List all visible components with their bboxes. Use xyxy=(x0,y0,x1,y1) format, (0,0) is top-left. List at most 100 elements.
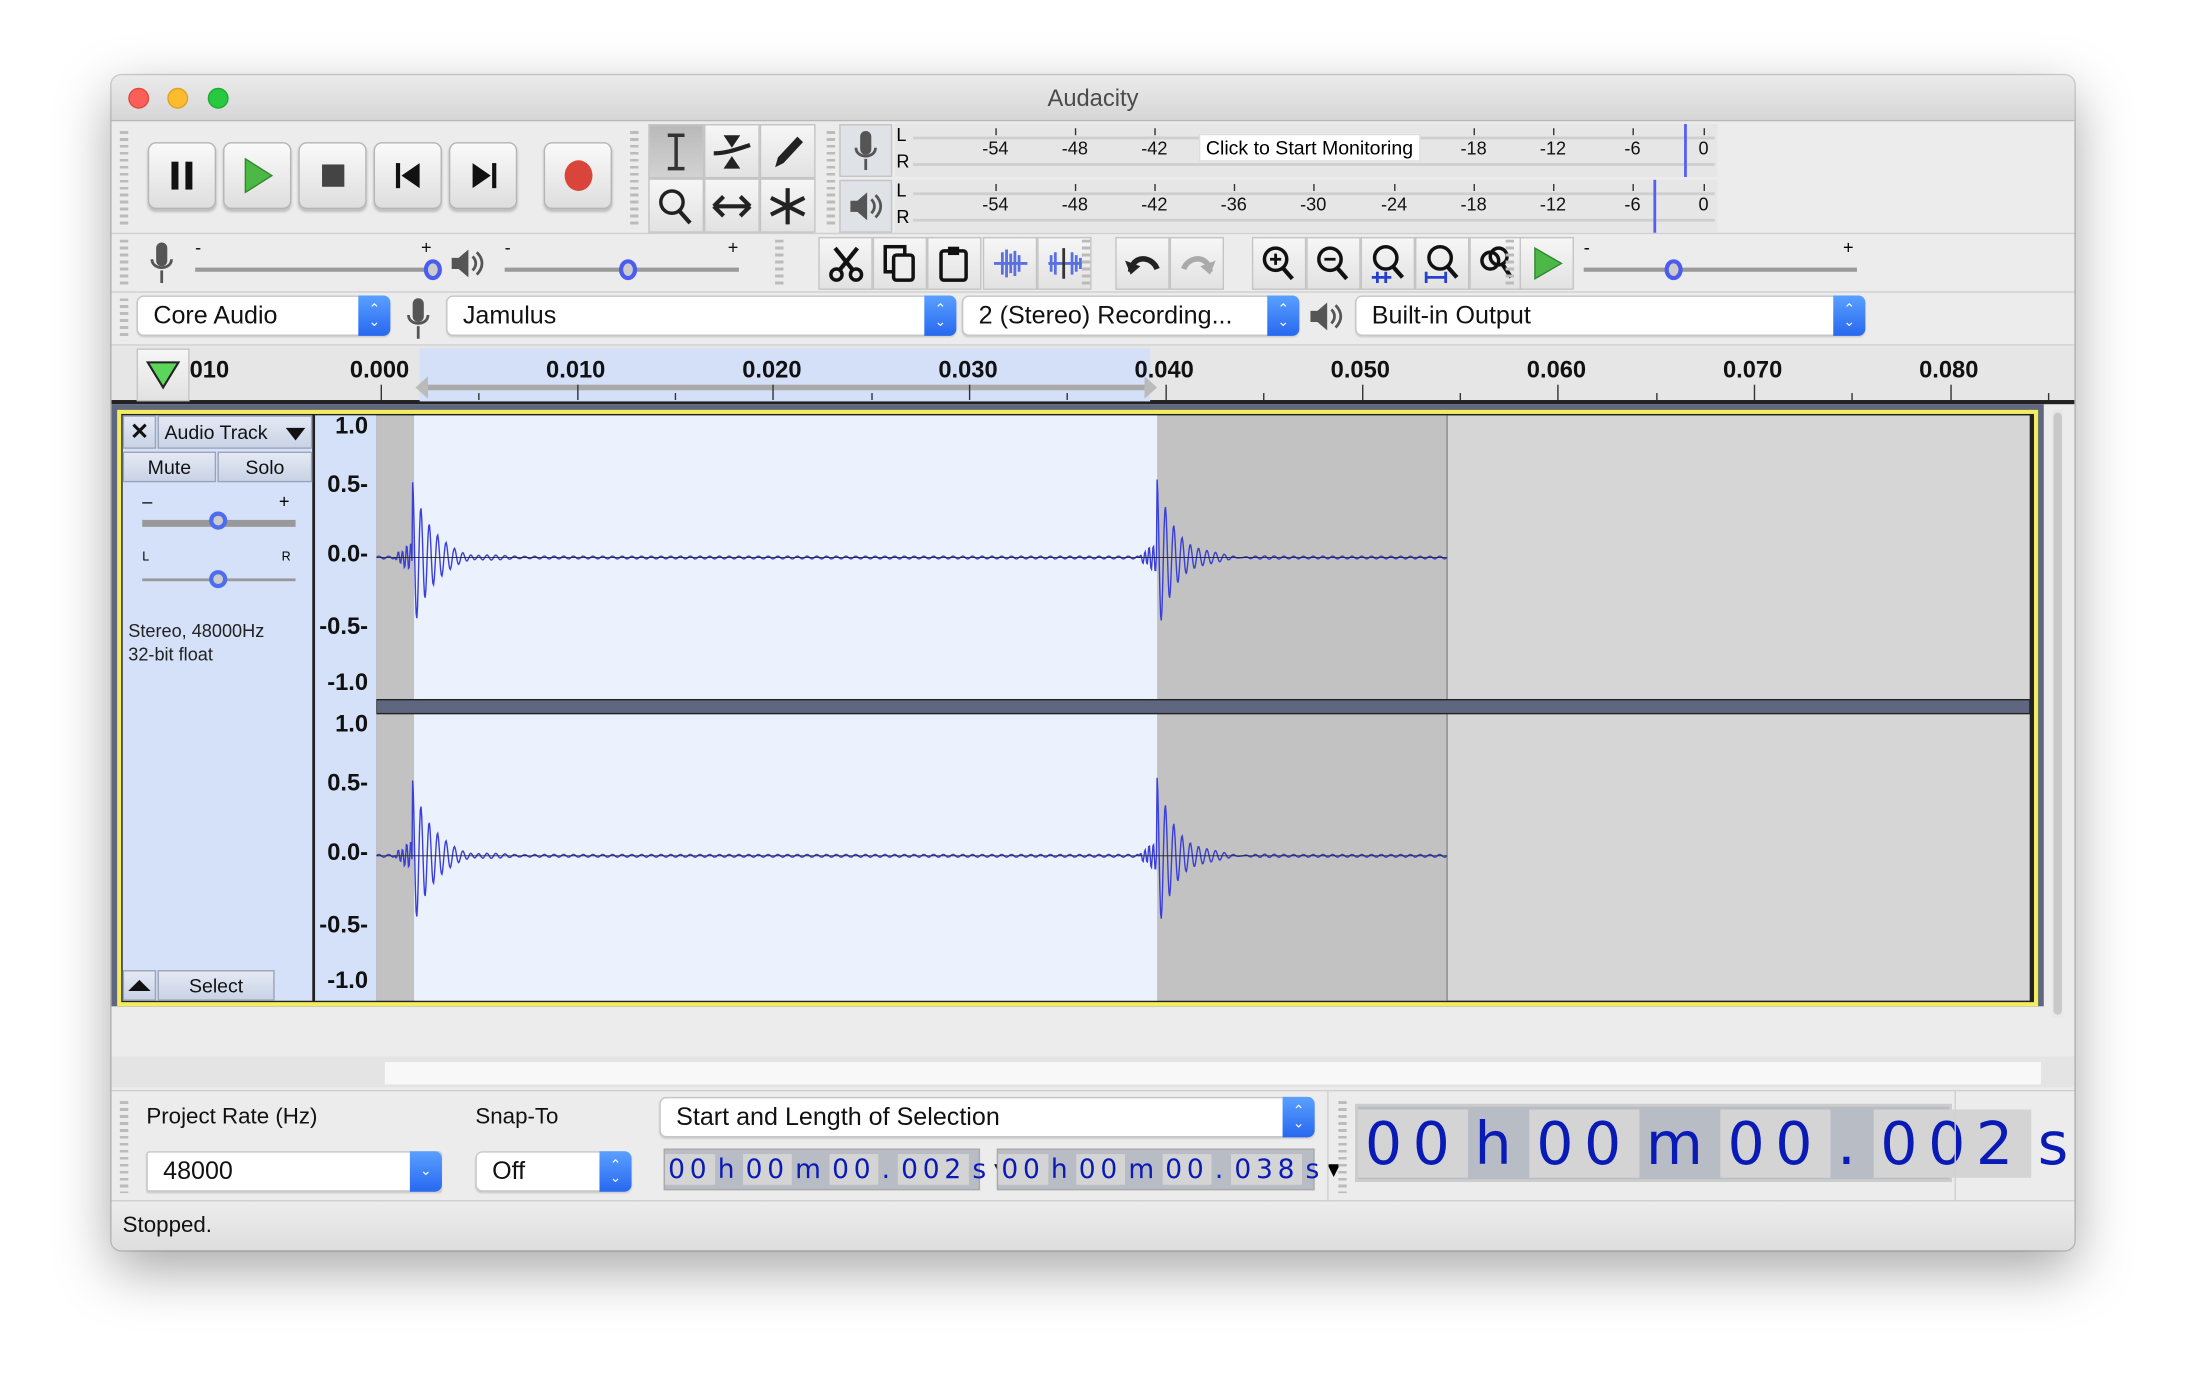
stop-button[interactable] xyxy=(298,142,367,210)
horizontal-scrollbar[interactable] xyxy=(111,1056,2075,1088)
meter-tick xyxy=(1313,183,1315,191)
toolbar-grip[interactable] xyxy=(119,239,129,288)
ruler-label: 0.070 xyxy=(1722,356,1783,384)
vertical-scrollbar[interactable] xyxy=(2052,409,2064,1018)
zoom-in-button[interactable] xyxy=(1251,236,1307,290)
time-hu: h xyxy=(1474,1108,1523,1178)
input-device-select[interactable]: Jamulus ⌃ ⌄ xyxy=(446,295,957,336)
meter-channel-label: R xyxy=(896,150,910,172)
meter-tick-label: -12 xyxy=(1539,193,1567,215)
time-h: 00 xyxy=(998,1154,1048,1185)
undo-button[interactable] xyxy=(1115,236,1170,290)
skip-to-start-button[interactable] xyxy=(373,142,442,210)
ruler-label: 0.060 xyxy=(1526,356,1587,384)
time-s: 00 xyxy=(1720,1108,1831,1178)
selection-tool-button[interactable] xyxy=(648,124,705,179)
timeline-options-button[interactable] xyxy=(136,348,190,402)
divider xyxy=(1954,1089,1956,1202)
output-device-select[interactable]: Built-in Output ⌃ ⌄ xyxy=(1355,295,1866,336)
slider-thumb[interactable] xyxy=(209,511,228,530)
ruler-major-tick xyxy=(969,384,971,401)
record-meter-button[interactable] xyxy=(839,124,893,178)
toolbar-grip[interactable] xyxy=(119,298,129,341)
zoom-window-button[interactable] xyxy=(207,87,229,109)
pause-button[interactable] xyxy=(147,142,217,210)
scissors-icon xyxy=(828,246,863,282)
double-arrow-icon xyxy=(712,194,752,217)
ruler-major-tick xyxy=(1557,384,1559,401)
magnifier-icon xyxy=(659,188,692,224)
track-menu-button[interactable]: Audio Track xyxy=(157,415,313,449)
slider-thumb[interactable] xyxy=(209,570,228,589)
close-window-button[interactable] xyxy=(128,87,150,109)
record-volume-slider[interactable]: - + xyxy=(195,237,446,287)
toolbar-grip[interactable] xyxy=(119,131,129,229)
redo-button[interactable] xyxy=(1169,236,1225,290)
skip-to-end-icon xyxy=(471,163,496,189)
gain-slider[interactable]: – + xyxy=(142,490,296,536)
toolbar-grip[interactable] xyxy=(775,239,784,288)
fit-project-button[interactable] xyxy=(1415,236,1470,290)
time-dot: . xyxy=(881,1154,895,1185)
solo-button[interactable]: Solo xyxy=(217,451,313,483)
selection-length-time[interactable]: 00 h 00 m 00. 038 s ▼ xyxy=(996,1148,1340,1191)
toolbar-grip[interactable] xyxy=(1338,1101,1347,1194)
meter-tick xyxy=(1074,128,1077,136)
skip-to-end-button[interactable] xyxy=(448,142,518,210)
zoom-tool-button[interactable] xyxy=(648,178,705,233)
slider-thumb[interactable] xyxy=(618,259,638,281)
audio-host-select[interactable]: Core Audio ⌃ ⌄ xyxy=(136,295,391,336)
track-sample-format: 32-bit float xyxy=(128,643,213,665)
horizontal-scrollbar-thumb[interactable] xyxy=(384,1062,2041,1085)
zoom-toggle-button[interactable] xyxy=(1469,236,1524,290)
input-channels-select[interactable]: 2 (Stereo) Recording... ⌃ ⌄ xyxy=(961,295,1300,336)
play-region-start-arrow-icon[interactable] xyxy=(415,376,428,399)
play-button[interactable] xyxy=(223,142,292,210)
time-shift-tool-button[interactable] xyxy=(704,178,760,233)
meter-tick xyxy=(995,128,997,136)
snap-to-select[interactable]: Off ⌃ ⌄ xyxy=(475,1151,632,1192)
minimize-window-button[interactable] xyxy=(167,87,189,109)
meter-tick-label: -54 xyxy=(982,193,1009,215)
track-name: Audio Track xyxy=(164,420,268,444)
play-at-speed-button[interactable] xyxy=(1519,236,1574,290)
paste-button[interactable] xyxy=(927,236,982,290)
fit-selection-button[interactable] xyxy=(1360,236,1416,290)
selection-start-time[interactable]: 00h00m00.002s▼ xyxy=(663,1148,1007,1191)
waveform-display[interactable] xyxy=(376,415,2030,1001)
trim-audio-button[interactable] xyxy=(982,236,1038,290)
cut-button[interactable] xyxy=(818,236,873,290)
toolbar-grip[interactable] xyxy=(826,131,836,229)
copy-button[interactable] xyxy=(872,236,928,290)
vertical-ruler[interactable]: 1.0 0.5- 0.0- -0.5- -1.0 1.0 0.5- 0.0- -0.5- -1.0 xyxy=(315,413,377,1001)
slider-thumb[interactable] xyxy=(423,259,442,281)
toolbar-grip[interactable] xyxy=(119,1101,129,1194)
playback-speed-slider[interactable]: - + xyxy=(1583,237,1857,287)
select-track-button[interactable]: Select xyxy=(157,970,275,1001)
gain-max-label: + xyxy=(278,490,290,512)
project-rate-combobox[interactable]: 48000 ⌄ xyxy=(146,1151,442,1192)
close-track-button[interactable]: ✕ xyxy=(122,415,157,449)
playback-volume-slider[interactable]: - + xyxy=(504,237,742,287)
toolbar-grip[interactable] xyxy=(1081,239,1091,288)
selection-format-select[interactable]: Start and Length of Selection ⌃ ⌄ xyxy=(659,1096,1315,1138)
audio-position-time[interactable]: 00h00m00.002s▼ xyxy=(1355,1103,2068,1182)
playback-meter-button[interactable] xyxy=(839,179,893,233)
zoom-out-button[interactable] xyxy=(1306,236,1361,290)
record-button[interactable] xyxy=(543,142,613,210)
mute-button[interactable]: Mute xyxy=(122,451,217,483)
multi-tool-button[interactable] xyxy=(759,178,816,233)
draw-tool-button[interactable] xyxy=(759,124,816,179)
play-region-bar[interactable] xyxy=(419,384,1151,391)
toolbar-grip[interactable] xyxy=(1505,239,1514,288)
collapse-track-button[interactable] xyxy=(122,970,157,1001)
vertical-scrollbar-thumb[interactable] xyxy=(2053,412,2062,1015)
meter-tick-label: 0 xyxy=(1698,193,1709,215)
envelope-tool-button[interactable] xyxy=(704,124,760,179)
meter-tick-label: -42 xyxy=(1141,193,1168,215)
toolbar-grip[interactable] xyxy=(630,131,639,229)
slider-thumb[interactable] xyxy=(1664,259,1683,281)
start-monitoring-button[interactable]: Click to Start Monitoring xyxy=(1198,133,1421,162)
pause-icon xyxy=(170,161,192,190)
pan-slider[interactable]: L R xyxy=(142,549,296,594)
